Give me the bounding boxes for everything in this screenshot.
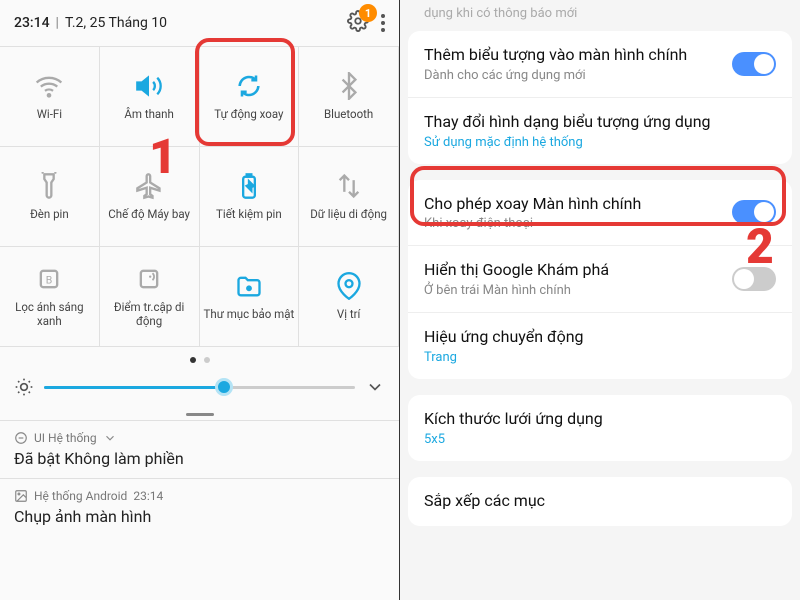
tile-hotspot[interactable]: Điểm tr.cập di động <box>100 247 200 347</box>
tile-sound[interactable]: Âm thanh <box>100 47 200 147</box>
sound-icon <box>135 72 163 100</box>
notification-android[interactable]: Hệ thống Android 23:14 Chụp ảnh màn hình <box>0 478 399 536</box>
tile-secure-folder[interactable]: Thư mục bảo mật <box>200 247 300 347</box>
notification-badge: 1 <box>359 4 377 22</box>
autorotate-icon <box>235 72 263 100</box>
setting-google-discover[interactable]: Hiển thị Google Khám phá Ở bên trái Màn … <box>408 245 792 312</box>
tile-mobile-data[interactable]: Dữ liệu di động <box>299 147 399 247</box>
tile-wifi[interactable]: Wi-Fi <box>0 47 100 147</box>
status-time: 23:14 <box>14 15 50 31</box>
toggle-rotate-home[interactable] <box>732 200 776 224</box>
chevron-down-icon[interactable] <box>365 377 385 397</box>
setting-grid-size[interactable]: Kích thước lưới ứng dụng 5x5 <box>408 395 792 461</box>
image-icon <box>14 489 28 503</box>
battery-saver-icon <box>235 172 263 200</box>
mobile-data-icon <box>335 172 363 200</box>
secure-folder-icon <box>235 272 263 300</box>
svg-text:B: B <box>46 273 53 286</box>
brightness-slider[interactable] <box>44 375 355 399</box>
chevron-down-icon <box>103 431 117 445</box>
partial-text: dụng khi có thông báo mới <box>400 0 800 31</box>
wifi-icon <box>35 72 63 100</box>
toggle-google-discover[interactable] <box>732 267 776 291</box>
setting-add-icon-home[interactable]: Thêm biểu tượng vào màn hình chính Dành … <box>408 31 792 97</box>
more-menu-button[interactable] <box>381 14 385 32</box>
tile-airplane[interactable]: Chế độ Máy bay <box>100 147 200 247</box>
tile-location[interactable]: Vị trí <box>299 247 399 347</box>
setting-icon-shape[interactable]: Thay đổi hình dạng biểu tượng ứng dụng S… <box>408 97 792 164</box>
bluetooth-icon <box>335 72 363 100</box>
status-date: T.2, 25 Tháng 10 <box>65 15 167 31</box>
drag-handle[interactable] <box>0 411 399 420</box>
notification-system-ui[interactable]: UI Hệ thống Đã bật Không làm phiền <box>0 420 399 478</box>
quick-settings-grid: Wi-Fi Âm thanh Tự động xoay Bluetooth Đè… <box>0 46 399 347</box>
brightness-icon <box>14 377 34 397</box>
dnd-icon <box>14 431 28 445</box>
setting-sort-items[interactable]: Sắp xếp các mục <box>408 477 792 526</box>
location-icon <box>335 272 363 300</box>
tile-battery-saver[interactable]: Tiết kiệm pin <box>200 147 300 247</box>
settings-button[interactable]: 1 <box>347 10 369 36</box>
setting-transition[interactable]: Hiệu ứng chuyển động Trang <box>408 312 792 379</box>
page-indicator <box>0 347 399 369</box>
toggle-add-icon[interactable] <box>732 52 776 76</box>
tile-blue-light[interactable]: B Lọc ánh sáng xanh <box>0 247 100 347</box>
blue-light-icon: B <box>35 265 63 293</box>
tile-autorotate[interactable]: Tự động xoay <box>200 47 300 147</box>
flashlight-icon <box>35 172 63 200</box>
brightness-row <box>0 369 399 411</box>
setting-rotate-home[interactable]: Cho phép xoay Màn hình chính Khi xoay đi… <box>408 180 792 246</box>
airplane-icon <box>135 172 163 200</box>
tile-flashlight[interactable]: Đèn pin <box>0 147 100 247</box>
status-bar: 23:14 | T.2, 25 Tháng 10 1 <box>0 0 399 46</box>
tile-bluetooth[interactable]: Bluetooth <box>299 47 399 147</box>
hotspot-icon <box>135 265 163 293</box>
